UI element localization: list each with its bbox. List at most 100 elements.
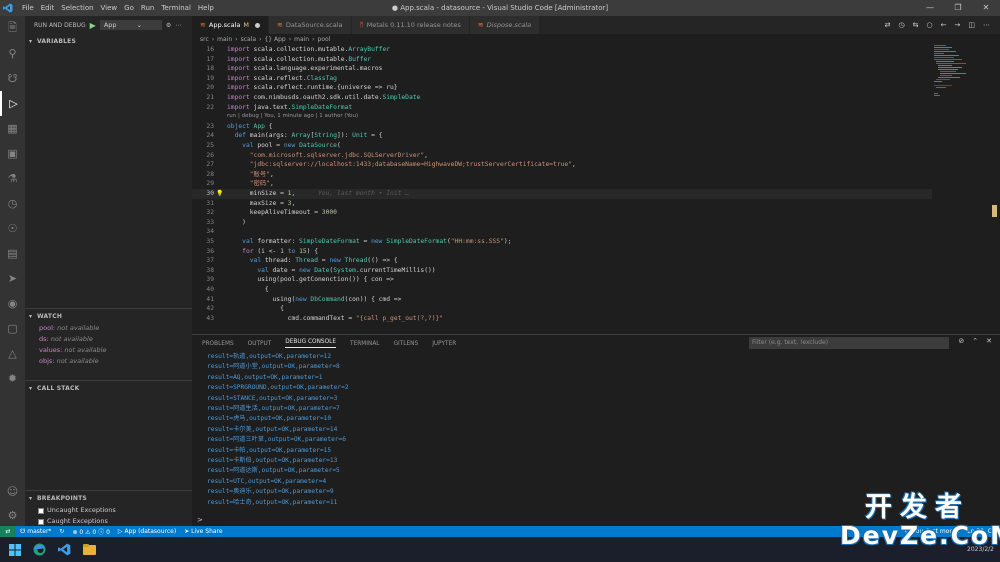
close-panel-icon[interactable]: ✕ [986, 337, 992, 345]
kubernetes-icon[interactable]: ✹ [0, 366, 25, 391]
code-line[interactable]: 30 minSize = 1, You, last month • Init …… [192, 189, 932, 199]
menu-item-help[interactable]: Help [198, 4, 214, 12]
metals-icon[interactable]: △ [0, 341, 25, 366]
code-line[interactable]: 24 def main(args: Array[String]): Unit =… [192, 131, 932, 141]
code-line[interactable]: 22 import java.text.SimpleDateFormat [192, 103, 932, 113]
breadcrumb-item[interactable]: {} App [264, 36, 285, 43]
breadcrumb-item[interactable]: main [217, 36, 232, 43]
gitlens-icon[interactable]: ☉ [0, 216, 25, 241]
console-prompt[interactable]: > [197, 516, 203, 524]
live-share-icon[interactable]: ➤ [0, 266, 25, 291]
maximize-panel-icon[interactable]: ⌃ [972, 337, 978, 345]
code-line[interactable]: 23 object App { [192, 122, 932, 132]
code-line[interactable]: 29 "密码", [192, 179, 932, 189]
tab-dispose-scala[interactable]: ≋ Dispose.scala [469, 16, 541, 34]
variables-section-header[interactable]: ▾ VARIABLES [25, 34, 192, 48]
compare-icon[interactable]: ⇆ [913, 21, 919, 29]
menu-item-view[interactable]: View [101, 4, 118, 12]
code-line[interactable]: 34 [192, 227, 932, 237]
code-line[interactable]: 41 using(new DbCommand(con)) { cmd => [192, 295, 932, 305]
clear-console-icon[interactable]: ⊘ [958, 337, 964, 345]
problems-status[interactable]: ⊗ 0 ⚠ 0 ⓘ 0 [68, 527, 113, 536]
restore-icon[interactable]: ❐ [944, 0, 972, 16]
checkbox[interactable] [38, 518, 44, 525]
more-actions-icon[interactable]: ⋯ [175, 22, 181, 29]
panel-tab-terminal[interactable]: TERMINAL [350, 341, 379, 347]
breadcrumb-item[interactable]: pool [318, 36, 331, 43]
breakpoint-uncaught[interactable]: Uncaught Exceptions [25, 505, 192, 516]
callstack-section-header[interactable]: ▾ CALL STACK [25, 381, 192, 395]
code-line[interactable]: 37 val thread: Thread = new Thread(() =>… [192, 256, 932, 266]
vscode-taskbar-icon[interactable] [56, 541, 73, 558]
minimize-icon[interactable]: — [916, 0, 944, 16]
code-line[interactable]: 43 cmd.commandText = "{call p_get_out(?,… [192, 314, 932, 324]
search-icon[interactable]: ⚲ [0, 41, 25, 66]
breadcrumb-item[interactable]: scala [241, 36, 256, 43]
notebook-icon[interactable]: ▢ [0, 316, 25, 341]
timeline-icon[interactable]: ◷ [0, 191, 25, 216]
panel-tab-output[interactable]: OUTPUT [248, 341, 272, 347]
code-line[interactable]: 20 import scala.reflect.runtime.{universe… [192, 83, 932, 93]
close-icon[interactable]: ✕ [972, 0, 1000, 16]
code-line[interactable]: 21 import com.nimbusds.oauth2.sdk.util.da… [192, 93, 932, 103]
testing-icon[interactable]: ⚗ [0, 166, 25, 191]
debug-console-filter[interactable]: Filter (e.g. text, !exclude) [749, 337, 949, 349]
menu-item-file[interactable]: File [22, 4, 34, 12]
docker-icon[interactable]: ▤ [0, 241, 25, 266]
code-line[interactable]: 42 { [192, 304, 932, 314]
database-icon[interactable]: ◉ [0, 291, 25, 316]
panel-tab-problems[interactable]: PROBLEMS [202, 341, 234, 347]
history-icon[interactable]: ◷ [899, 21, 905, 29]
code-line[interactable]: 25 val pool = new DataSource( [192, 141, 932, 151]
sync-icon[interactable]: ↻ [55, 528, 68, 535]
code-editor[interactable]: 16 import scala.collection.mutable.ArrayB… [192, 45, 932, 331]
vscode-logo-icon[interactable] [0, 0, 16, 16]
code-line[interactable]: 17 import scala.collection.mutable.Buffer [192, 55, 932, 65]
code-line[interactable]: 32 keepAliveTimeout = 3000 [192, 208, 932, 218]
branch-status[interactable]: ☋ master* [16, 528, 55, 535]
account-icon[interactable]: ☺ [0, 479, 25, 504]
code-line[interactable]: 38 val date = new Date(System.currentTim… [192, 266, 932, 276]
code-line[interactable]: 18 import scala.language.experimental.mac… [192, 64, 932, 74]
code-lens[interactable]: run | debug | You, 1 minute ago | 1 auth… [227, 112, 358, 121]
windows-start-icon[interactable] [6, 541, 23, 558]
tab-metals-0-11-10-release-notes[interactable]: ᛗ Metals 0.11.10 release notes [351, 16, 470, 34]
minimap[interactable] [932, 45, 990, 331]
tab-datasource-scala[interactable]: ≋ DataSource.scala [268, 16, 352, 34]
code-line[interactable]: 40 { [192, 285, 932, 295]
breadcrumb-item[interactable]: main [294, 36, 309, 43]
code-line[interactable]: 33 ) [192, 218, 932, 228]
split-editor-icon[interactable]: ◫ [968, 21, 975, 29]
watch-expression[interactable]: values: not available [25, 345, 192, 356]
panel-tab-gitlens[interactable]: GITLENS [394, 341, 419, 347]
watch-expression[interactable]: objs: not available [25, 356, 192, 367]
open-changes-icon[interactable]: ⇄ [885, 21, 891, 29]
panel-tab-debug-console[interactable]: DEBUG CONSOLE [285, 339, 337, 348]
breadcrumb-item[interactable]: src [200, 36, 209, 43]
settings-gear-icon[interactable]: ⚙ [0, 503, 25, 528]
menu-item-run[interactable]: Run [141, 4, 154, 12]
explorer-icon[interactable]: 🗎 [0, 16, 25, 41]
code-line[interactable]: 31 maxSize = 3, [192, 199, 932, 209]
remote-icon[interactable]: ⇄ [0, 526, 16, 537]
code-line[interactable]: 36 for (i <- 1 to 15) { [192, 247, 932, 257]
run-debug-icon[interactable]: ▷ [0, 91, 25, 116]
source-control-icon[interactable]: ☋ [0, 66, 25, 91]
debug-config-select[interactable]: App ⌄ [99, 20, 162, 30]
watch-expression[interactable]: pool: not available [25, 323, 192, 334]
menu-item-selection[interactable]: Selection [61, 4, 93, 12]
edge-browser-icon[interactable] [31, 541, 48, 558]
settings-gear-icon[interactable]: ⚙ [166, 22, 171, 29]
menu-item-terminal[interactable]: Terminal [161, 4, 191, 12]
code-line[interactable]: 39 using(pool.getConenction()) { con => [192, 275, 932, 285]
arrow-left-icon[interactable]: ← [941, 21, 947, 29]
file-explorer-icon[interactable] [81, 541, 98, 558]
debug-target[interactable]: ▷ App (datasource) [114, 528, 180, 535]
live-share-status[interactable]: ➤ Live Share [180, 528, 226, 535]
code-line[interactable]: 27 "jdbc:sqlserver://localhost:1433;data… [192, 160, 932, 170]
code-line[interactable]: 35 val formatter: SimpleDateFormat = new… [192, 237, 932, 247]
more-actions-icon[interactable]: ⋯ [983, 21, 990, 29]
watch-section-header[interactable]: ▾ WATCH [25, 309, 192, 323]
code-line[interactable]: 19 import scala.reflect.ClassTag [192, 74, 932, 84]
code-line[interactable]: 28 "账号", [192, 170, 932, 180]
